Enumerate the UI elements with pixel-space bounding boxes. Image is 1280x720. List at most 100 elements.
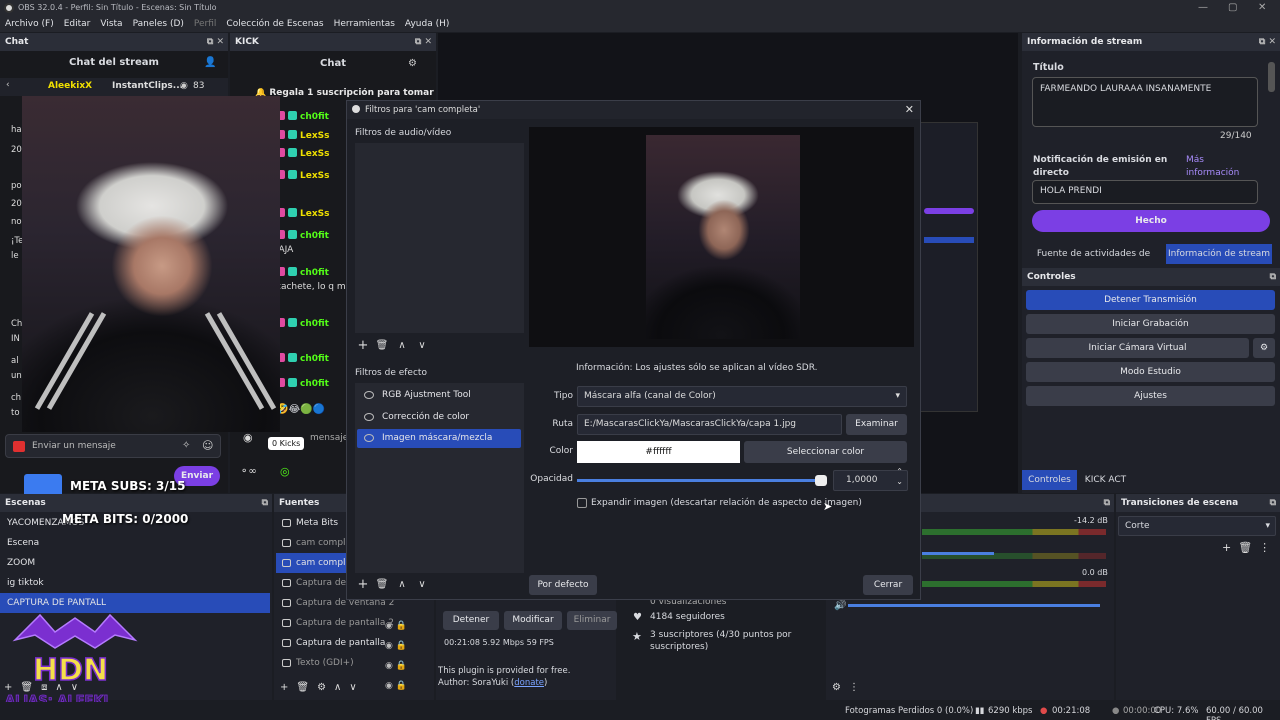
spin-arrows-icon[interactable]: ⌃ ⌄ (896, 467, 903, 487)
menu-perfil[interactable]: Perfil (189, 16, 222, 32)
kick-username[interactable]: LexSs (300, 149, 329, 159)
scene-toolbar-icons[interactable]: +🗑⧈∧∨ (4, 682, 86, 693)
menu-herramientas[interactable]: Herramientas (329, 16, 400, 32)
color-swatch[interactable]: #ffffff (577, 441, 740, 463)
minimize-icon[interactable]: — (1198, 0, 1208, 16)
studio-mode-button[interactable]: Modo Estudio (1026, 362, 1275, 382)
effect-filter-item[interactable]: RGB Ajustment Tool (357, 386, 521, 405)
emoji-icon[interactable]: ☺ (202, 439, 213, 452)
chevron-left-icon[interactable]: ‹ (6, 80, 10, 90)
kick-tools-icon[interactable]: ⚬∞ (240, 466, 257, 477)
source-item[interactable]: Captura de ju (276, 573, 346, 593)
delete-button[interactable]: Eliminar (567, 611, 617, 630)
settings-button[interactable]: Ajustes (1026, 386, 1275, 406)
menu-coleccion[interactable]: Colección de Escenas (221, 16, 328, 32)
stop-stream-button[interactable]: Detener Transmisión (1026, 290, 1275, 310)
move-up-icon[interactable]: ∧ (394, 338, 410, 354)
scrollbar[interactable] (1268, 62, 1275, 92)
kick-chat-settings-icon[interactable]: ⚙ (408, 58, 417, 69)
top-clip[interactable]: InstantClips... (112, 81, 183, 91)
maximize-icon[interactable]: ▢ (1228, 0, 1237, 16)
effect-filter-item-selected[interactable]: Imagen máscara/mezcla (357, 429, 521, 448)
move-down-icon[interactable]: ∨ (414, 577, 430, 593)
dock-float-icon[interactable]: ⧉ (262, 494, 268, 512)
source-item[interactable]: cam complet (276, 533, 346, 553)
magic-icon[interactable]: ✧ (182, 440, 190, 451)
dock-float-icon[interactable]: ⧉ (1270, 494, 1276, 512)
virtual-camera-settings-icon[interactable]: ⚙ (1253, 338, 1275, 358)
menu-vista[interactable]: Vista (95, 16, 127, 32)
dock-float-icon[interactable]: ⧉ (1270, 268, 1276, 286)
effect-filter-item[interactable]: Corrección de color (357, 408, 521, 427)
volume-slider-1[interactable] (922, 552, 994, 555)
source-visibility-lock-icons[interactable]: ◉ 🔒 ◉ 🔒 ◉ 🔒 ◉ 🔒 (385, 616, 407, 696)
kick-username[interactable]: LexSs (300, 131, 329, 141)
kick-record-icon[interactable]: ◉ (243, 431, 253, 444)
eye-icon[interactable] (364, 391, 374, 399)
kick-chat-user[interactable]: ch0fit (276, 318, 329, 329)
dialog-close-icon[interactable]: ✕ (905, 101, 914, 119)
examinar-button[interactable]: Examinar (846, 414, 907, 435)
eye-icon[interactable] (364, 434, 374, 442)
ruta-input[interactable]: E:/MascarasClickYa/MascarasClickYa/capa … (577, 414, 842, 435)
kick-username[interactable]: ch0fit (300, 231, 329, 241)
audio-video-filters-list[interactable] (355, 143, 524, 333)
top-user[interactable]: AleekixX (48, 81, 92, 91)
speaker-icon[interactable]: 🔊 (834, 600, 846, 611)
more-info-link[interactable]: Más información (1186, 154, 1246, 180)
kick-chat-user[interactable]: LexSs (276, 148, 329, 159)
scene-item[interactable]: ig tiktok (0, 573, 270, 593)
dock-float-icon[interactable]: ⧉ (1104, 494, 1110, 512)
kick-chat-user[interactable]: LexSs (276, 170, 329, 181)
scene-item[interactable]: ZOOM (0, 553, 270, 573)
add-filter-icon[interactable]: + (355, 338, 371, 354)
kick-chat-user[interactable]: ch0fit (276, 353, 329, 364)
kick-username[interactable]: ch0fit (300, 268, 329, 278)
menu-editar[interactable]: Editar (59, 16, 96, 32)
modify-button[interactable]: Modificar (504, 611, 562, 630)
kick-username[interactable]: ch0fit (300, 354, 329, 364)
kick-chat-user[interactable]: LexSs (276, 208, 329, 219)
tab-controls[interactable]: Controles (1022, 470, 1077, 490)
kick-username[interactable]: LexSs (300, 171, 329, 181)
mixer-toolbar-icons[interactable]: ⚙⋮ (832, 682, 867, 693)
menu-archivo[interactable]: Archivo (F) (0, 16, 59, 32)
scene-item[interactable]: Escena (0, 533, 270, 553)
start-virtual-camera-button[interactable]: Iniciar Cámara Virtual (1026, 338, 1249, 358)
transition-toolbar-icons[interactable]: +🗑⋮ (1222, 541, 1277, 554)
tab-stream-info[interactable]: Información de stream (1166, 244, 1272, 264)
close-window-icon[interactable]: ✕ (1258, 0, 1266, 16)
close-button[interactable]: Cerrar (863, 575, 913, 595)
expand-image-checkbox[interactable] (577, 498, 587, 508)
tab-kick-act[interactable]: KICK ACT (1078, 470, 1133, 490)
dock-float-close-icon[interactable]: ⧉ ✕ (207, 33, 224, 51)
opacity-spinbox[interactable]: 1,0000 ⌃ ⌄ (833, 467, 908, 491)
transition-select[interactable]: Corte ▾ (1118, 516, 1276, 536)
titulo-input[interactable]: FARMEANDO LAURAAA INSANAMENTE (1032, 77, 1258, 127)
eye-icon[interactable] (364, 413, 374, 421)
user-settings-icon[interactable]: 👤 (204, 57, 216, 68)
stop-button[interactable]: Detener (443, 611, 499, 630)
menu-ayuda[interactable]: Ayuda (H) (400, 16, 454, 32)
move-down-icon[interactable]: ∨ (414, 338, 430, 354)
source-item[interactable]: Meta Bits (276, 513, 346, 533)
chat-message-input[interactable]: Enviar un mensaje ✧ ☺ (5, 434, 221, 458)
source-item-selected[interactable]: cam complet (276, 553, 346, 573)
tab-twitch-activity[interactable]: Fuente de actividades de Twitch (1022, 244, 1165, 279)
kick-chat-user[interactable]: ch0fit (276, 378, 329, 389)
kick-chat-user[interactable]: ch0fit (276, 111, 329, 122)
volume-slider-2[interactable] (848, 604, 1100, 607)
opacity-slider-track[interactable] (577, 475, 827, 486)
move-up-icon[interactable]: ∧ (394, 577, 410, 593)
hecho-button[interactable]: Hecho (1032, 210, 1270, 232)
remove-filter-icon[interactable]: 🗑 (374, 338, 390, 354)
kick-chat-user[interactable]: ch0fit (276, 267, 329, 278)
kick-username[interactable]: ch0fit (300, 112, 329, 122)
defaults-button[interactable]: Por defecto (529, 575, 597, 595)
source-toolbar-icons[interactable]: +🗑⚙∧∨ (280, 682, 365, 693)
kick-username[interactable]: LexSs (300, 209, 329, 219)
kick-username[interactable]: ch0fit (300, 319, 329, 329)
tipo-select[interactable]: Máscara alfa (canal de Color) ▾ (577, 386, 907, 407)
notif-input[interactable]: HOLA PRENDI (1032, 180, 1258, 204)
start-recording-button[interactable]: Iniciar Grabación (1026, 314, 1275, 334)
